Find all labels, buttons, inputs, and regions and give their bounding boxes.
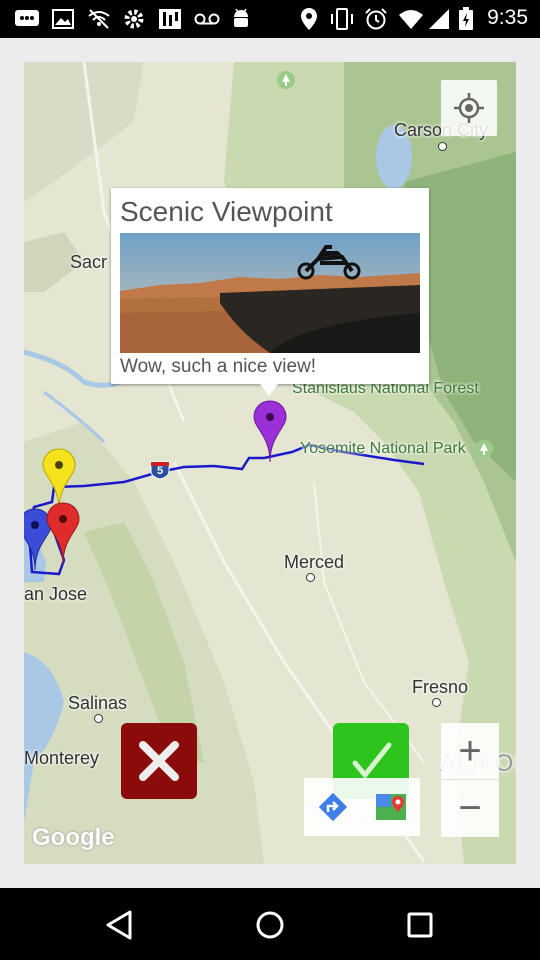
yosemite-tree-icon [474,439,494,464]
map-dot-merced [306,573,315,582]
interstate-5-shield: 5 [150,460,170,480]
home-button[interactable] [249,904,291,946]
zoom-controls: + − [441,723,499,837]
directions-icon [318,792,348,822]
map-view[interactable]: Carson City Sacr Stanislaus National For… [24,62,516,864]
bar-chart-icon [158,7,182,31]
park-tree-icon [276,70,296,95]
map-dot-carson-city [438,142,447,151]
back-button[interactable] [98,904,140,946]
navigation-bar [0,888,540,960]
cancel-button[interactable] [121,723,197,799]
map-dot-salinas [94,714,103,723]
map-label-san-jose: an Jose [24,584,88,604]
map-label-fresno: Fresno [412,677,469,697]
zoom-out-button[interactable]: − [441,780,499,836]
open-in-maps-button[interactable] [362,778,420,836]
map-label-salinas: Salinas [68,693,128,713]
red-pin[interactable] [46,502,80,571]
no-wifi-hotspot-icon [86,7,112,31]
map-toolbar [304,778,420,836]
google-maps-icon [376,794,406,820]
location-icon [300,7,318,31]
scenic-photo [120,233,420,353]
map-label-monterey: Monterey [24,748,100,768]
vibrate-icon [328,7,356,31]
info-window[interactable]: Scenic Viewpoint Wow, such a nice view! [111,188,429,384]
map-label-merced: Merced [284,552,345,572]
close-icon [139,741,179,781]
message-icon [14,7,40,31]
interstate-5-label: 5 [156,465,164,477]
settings-icon [122,7,146,31]
clock: 9:35 [487,6,528,29]
my-location-button[interactable] [441,80,497,136]
zoom-in-button[interactable]: + [441,723,499,780]
map-label-sacramento: Sacr [70,252,108,272]
info-window-description: Wow, such a nice view! [120,356,317,377]
back-icon [106,910,132,940]
voicemail-icon [194,7,220,31]
info-window-pointer [260,384,278,396]
crosshair-icon [454,93,484,123]
recents-icon [407,912,433,938]
google-logo: Google [32,824,115,851]
home-icon [256,911,284,939]
signal-icon [428,7,450,31]
wifi-icon [398,7,424,31]
purple-pin[interactable] [253,400,287,469]
alarm-icon [364,7,388,31]
android-icon [230,7,252,31]
image-icon [52,7,74,31]
battery-icon [458,7,474,31]
recents-button[interactable] [399,904,441,946]
map-dot-fresno [432,698,441,707]
map-label-yosemite: Yosemite National Park [300,440,466,457]
info-window-title: Scenic Viewpoint [120,196,333,227]
status-bar: 9:35 [0,0,540,38]
directions-button[interactable] [304,778,362,836]
